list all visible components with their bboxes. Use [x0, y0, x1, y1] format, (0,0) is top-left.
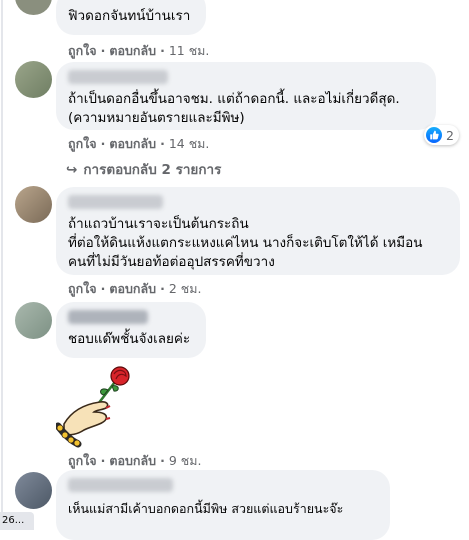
view-replies-link[interactable]: ↪ การตอบกลับ 2 รายการ — [66, 158, 221, 180]
comment-bubble: ชอบแด๊พชั้นจังเลยค่ะ — [56, 302, 206, 358]
like-link[interactable]: ถูกใจ — [68, 279, 97, 299]
reply-link[interactable]: ตอบกลับ — [109, 134, 156, 154]
hand-holding-rose-sticker[interactable] — [54, 364, 138, 448]
comment-bubble: ถ้าเป็นดอกอื่นขึ้นอาจชม. แต่ถ้าดอกนี้. แ… — [56, 62, 436, 130]
author-name-blurred[interactable] — [68, 70, 168, 84]
avatar[interactable] — [15, 302, 52, 339]
reply-arrow-icon: ↪ — [66, 162, 78, 178]
author-name-blurred[interactable] — [68, 310, 148, 324]
comment-text: ถ้าแถวบ้านเราจะเป็นต้นกระถิน ที่ต่อให้ดิ… — [68, 216, 423, 270]
like-link[interactable]: ถูกใจ — [68, 451, 97, 471]
author-name-blurred[interactable] — [68, 195, 163, 209]
reaction-summary[interactable]: 2 — [424, 125, 459, 145]
thumbs-up-icon — [426, 127, 443, 143]
comment-time[interactable]: 9 ชม. — [169, 451, 202, 471]
avatar[interactable] — [15, 0, 52, 15]
like-link[interactable]: ถูกใจ — [68, 41, 97, 61]
comment-actions: ถูกใจ · ตอบกลับ · 14 ชม. — [68, 134, 209, 154]
comment-text: ฟิวดอกจันทน์บ้านเรา — [68, 8, 191, 24]
avatar[interactable] — [15, 472, 52, 509]
like-link[interactable]: ถูกใจ — [68, 134, 97, 154]
comment-time[interactable]: 11 ชม. — [169, 41, 210, 61]
tab-chip[interactable]: 26... — [0, 512, 34, 530]
comment-time[interactable]: 14 ชม. — [169, 134, 210, 154]
avatar[interactable] — [15, 61, 52, 98]
comment-bubble: ฟิวดอกจันทน์บ้านเรา — [56, 0, 206, 35]
author-name-blurred[interactable] — [68, 478, 173, 492]
comment-actions: ถูกใจ · ตอบกลับ · 9 ชม. — [68, 451, 201, 471]
comment-text: ชอบแด๊พชั้นจังเลยค่ะ — [68, 331, 191, 347]
thread-line — [1, 0, 3, 530]
comment-text: เห็นแม่สามีเค้าบอกดอกนี้มีพิษ สวยแต่แอบร… — [68, 501, 344, 516]
reaction-count: 2 — [446, 127, 454, 143]
reply-link[interactable]: ตอบกลับ — [109, 451, 156, 471]
reply-link[interactable]: ตอบกลับ — [109, 279, 156, 299]
comment-bubble: ถ้าแถวบ้านเราจะเป็นต้นกระถิน ที่ต่อให้ดิ… — [56, 187, 460, 275]
avatar[interactable] — [15, 186, 52, 223]
comment-actions: ถูกใจ · ตอบกลับ · 11 ชม. — [68, 41, 209, 61]
replies-label: การตอบกลับ 2 รายการ — [83, 162, 222, 178]
comment-time[interactable]: 2 ชม. — [169, 279, 202, 299]
comment-actions: ถูกใจ · ตอบกลับ · 2 ชม. — [68, 279, 201, 299]
comment-text: ถ้าเป็นดอกอื่นขึ้นอาจชม. แต่ถ้าดอกนี้. แ… — [68, 91, 400, 126]
reply-link[interactable]: ตอบกลับ — [109, 41, 156, 61]
